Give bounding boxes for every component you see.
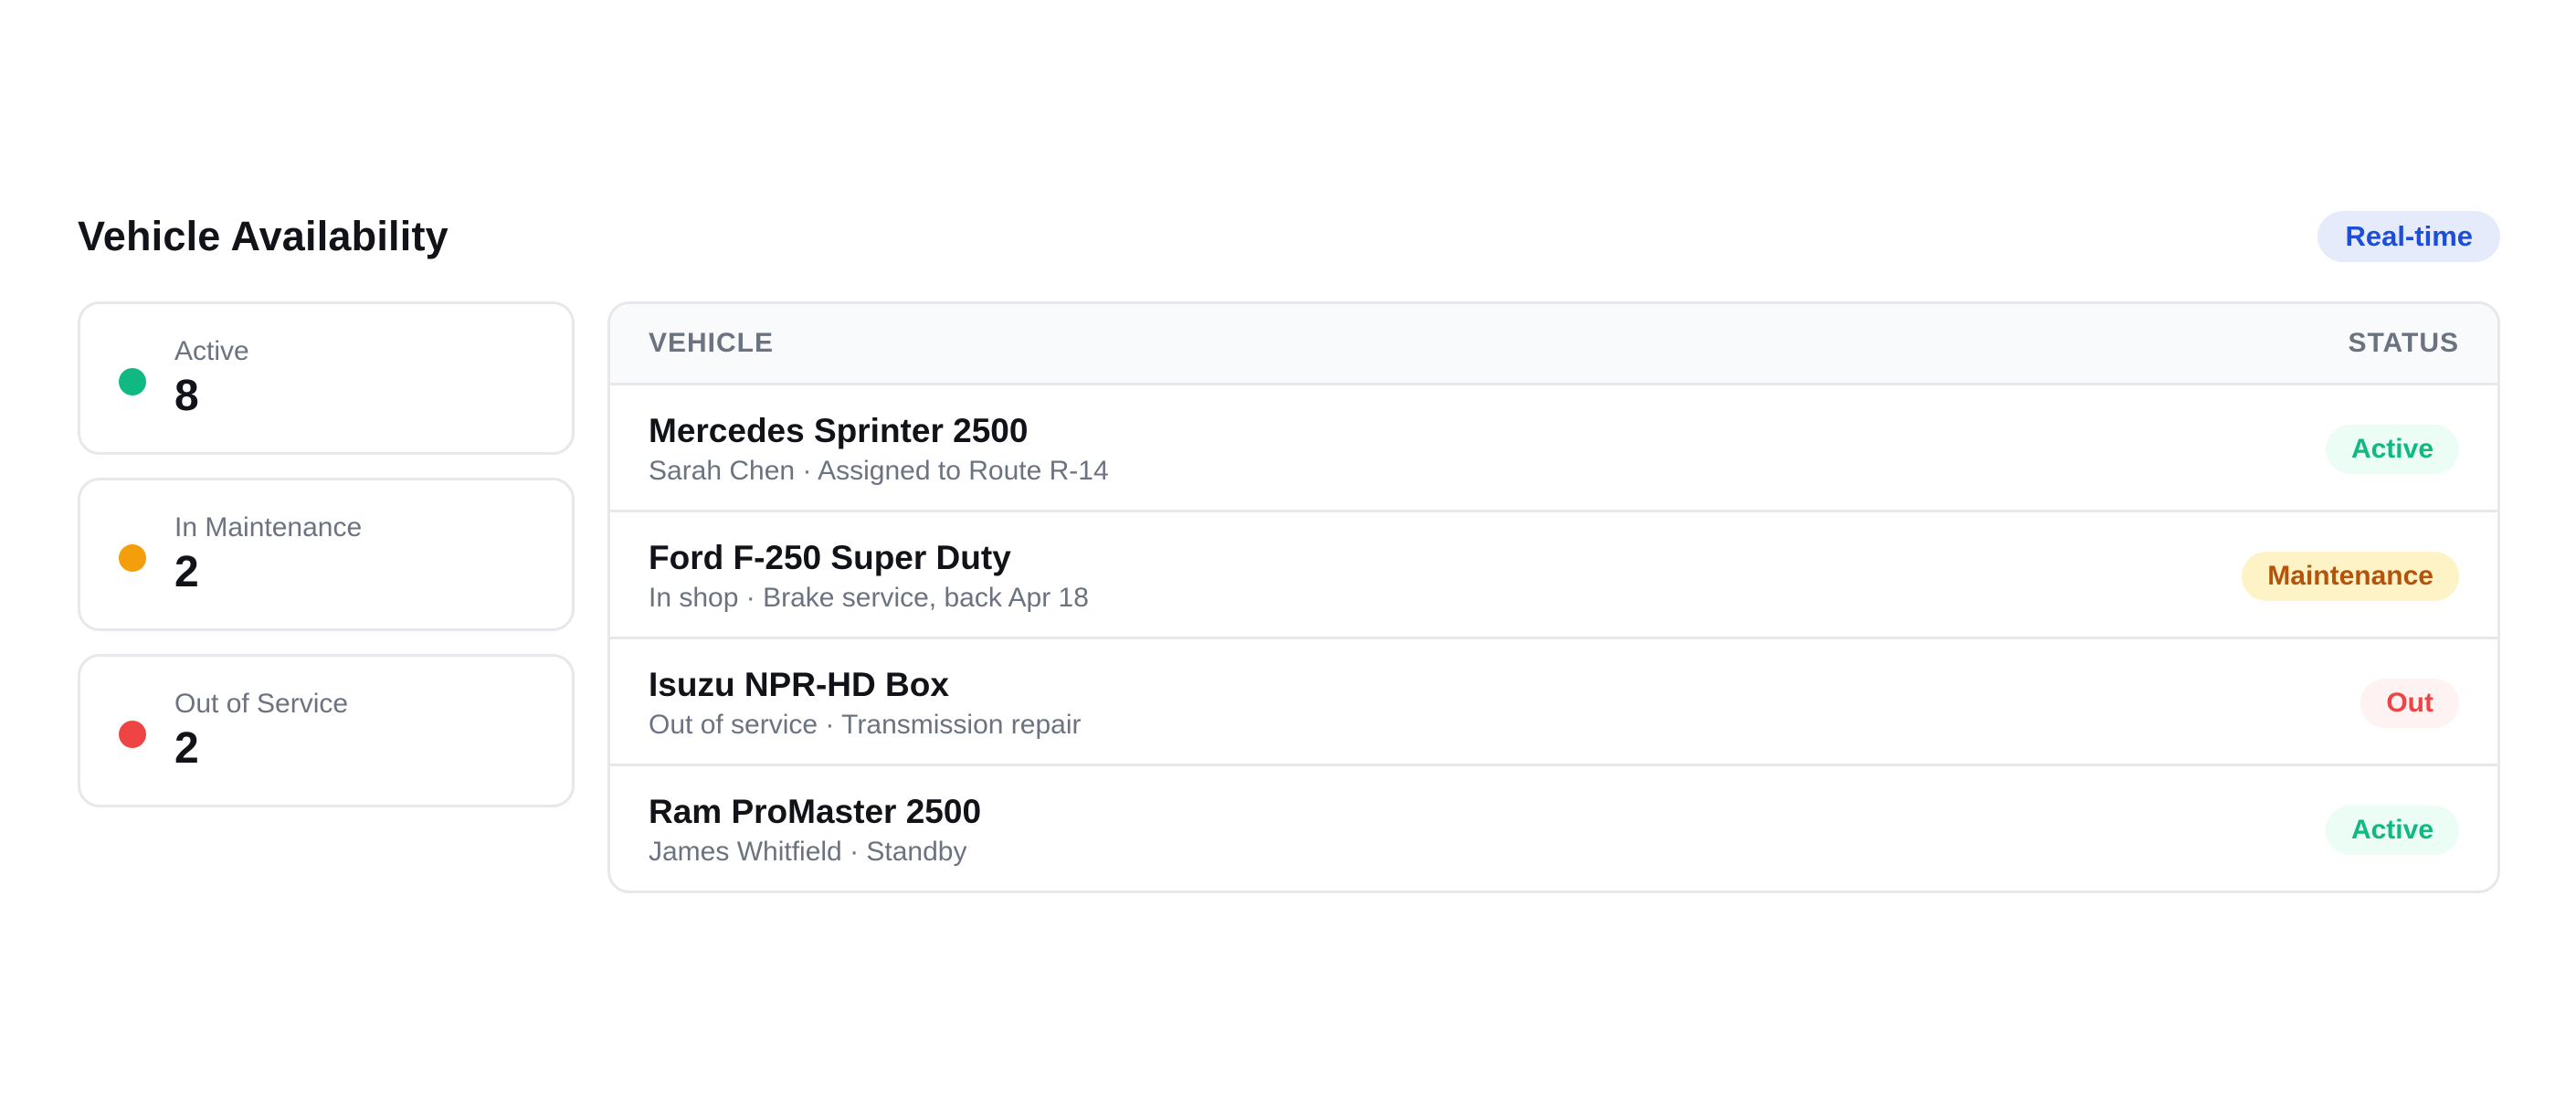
vehicle-name: Ford F-250 Super Duty [649,539,1011,576]
summary-card-out-of-service: Out of Service 2 [78,654,575,807]
vehicle-detail: In shop · Brake service, back Apr 18 [649,583,1089,613]
status-badge: Out [2360,679,2459,728]
summary-card-count: 2 [174,548,199,596]
column-header-status: STATUS [2348,328,2459,358]
summary-card-maintenance: In Maintenance 2 [78,478,575,631]
table-header: VEHICLE STATUS [610,304,2497,385]
summary-card-label: Active [174,336,249,366]
summary-card-active: Active 8 [78,301,575,455]
column-header-vehicle: VEHICLE [649,328,775,358]
status-badge: Active [2325,806,2459,855]
table-row[interactable]: Isuzu NPR-HD Box Out of service · Transm… [610,639,2497,766]
out-of-service-status-dot-icon [119,721,146,748]
status-badge: Maintenance [2242,552,2459,601]
summary-cards: Active 8 In Maintenance 2 Out of Service… [78,301,575,830]
summary-card-count: 2 [174,724,199,773]
table-row[interactable]: Ram ProMaster 2500 James Whitfield · Sta… [610,766,2497,890]
vehicle-detail: Sarah Chen · Assigned to Route R-14 [649,456,1109,486]
page-title: Vehicle Availability [78,213,449,259]
summary-card-label: In Maintenance [174,512,363,543]
vehicle-table: VEHICLE STATUS Mercedes Sprinter 2500 Sa… [607,301,2500,893]
active-status-dot-icon [119,368,146,395]
vehicle-detail: James Whitfield · Standby [649,837,967,867]
realtime-badge: Real-time [2317,211,2500,262]
status-badge: Active [2325,425,2459,474]
vehicle-name: Mercedes Sprinter 2500 [649,412,1029,449]
vehicle-name: Isuzu NPR-HD Box [649,666,949,703]
vehicle-name: Ram ProMaster 2500 [649,793,982,830]
summary-card-label: Out of Service [174,689,349,719]
vehicle-availability-panel: Vehicle Availability Real-time Active 8 … [78,208,2500,893]
panel-header: Vehicle Availability Real-time [78,208,2500,265]
table-row[interactable]: Mercedes Sprinter 2500 Sarah Chen · Assi… [610,385,2497,512]
maintenance-status-dot-icon [119,544,146,572]
summary-card-count: 8 [174,372,199,420]
table-row[interactable]: Ford F-250 Super Duty In shop · Brake se… [610,512,2497,639]
vehicle-detail: Out of service · Transmission repair [649,710,1082,740]
